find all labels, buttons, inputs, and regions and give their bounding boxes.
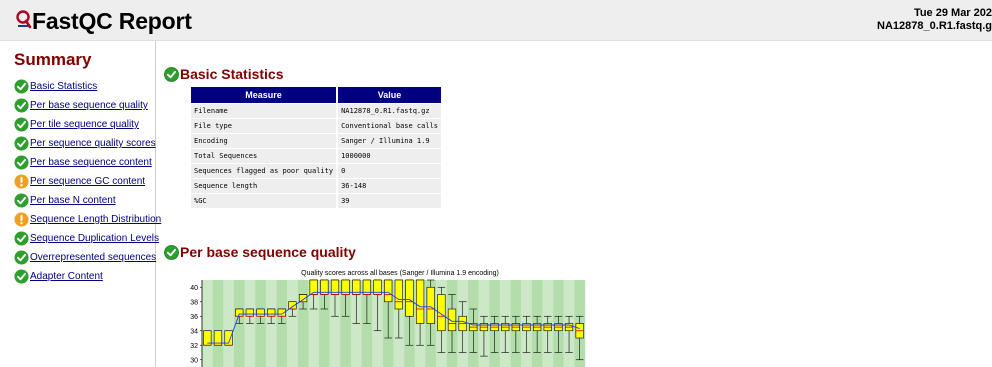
- section-title-per-base-quality: Per base sequence quality: [164, 244, 356, 260]
- summary-module-link[interactable]: Per base sequence content: [30, 157, 152, 168]
- background-stripe: [212, 280, 224, 367]
- summary-module-link[interactable]: Adapter Content: [30, 271, 103, 282]
- y-tick-label: 38: [190, 299, 198, 306]
- box: [267, 308, 276, 317]
- y-tick-label: 32: [190, 343, 198, 350]
- check-circle-icon: [14, 117, 29, 132]
- report-filename: NA12878_0.R1.fastq.g: [877, 20, 992, 32]
- background-stripe: [287, 280, 298, 367]
- summary-module-link[interactable]: Per base N content: [30, 195, 116, 206]
- summary-module-link[interactable]: Basic Statistics: [30, 81, 97, 92]
- check-circle-icon: [14, 79, 29, 94]
- cell-measure: File type: [191, 118, 338, 134]
- cell-value: 39: [336, 193, 442, 208]
- background-stripe: [223, 280, 235, 367]
- chart-title: Quality scores across all bases (Sanger …: [301, 270, 499, 277]
- report-date: Tue 29 Mar 202: [913, 7, 992, 19]
- cell-measure: %GC: [191, 193, 338, 208]
- table-row: File type Conventional base calls: [191, 118, 442, 134]
- summary-module-link[interactable]: Per sequence quality scores: [30, 138, 156, 149]
- basic-statistics-body: Filename NA12878_0.R1.fastq.gz File type Co…: [191, 103, 442, 208]
- cell-measure: Encoding: [191, 133, 338, 149]
- background-stripe: [202, 280, 213, 367]
- fastqc-logo-icon: [16, 10, 32, 29]
- summary-module-item: Basic Statistics: [14, 77, 161, 96]
- summary-module-item: Per base sequence content: [14, 153, 161, 172]
- check-circle-icon: [14, 250, 29, 265]
- cell-value: 36-148: [336, 178, 442, 194]
- summary-module-item: Per sequence quality scores: [14, 134, 161, 153]
- box: [394, 279, 403, 310]
- table-header-row: Measure Value: [191, 87, 442, 104]
- check-circle-icon: [14, 269, 29, 284]
- summary-module-item: Per tile sequence quality: [14, 115, 161, 134]
- cell-value: Conventional base calls: [336, 118, 442, 134]
- table-row: Sequence length 36-148: [191, 178, 442, 194]
- cell-measure: Total Sequences: [191, 148, 338, 164]
- summary-module-link[interactable]: Overrepresented sequences: [30, 252, 156, 263]
- table-row: Sequences flagged as poor quality 0: [191, 163, 442, 179]
- exclamation-circle-icon: [14, 212, 29, 227]
- app-title: FastQC Report: [32, 8, 192, 34]
- box: [245, 308, 255, 317]
- cell-measure: Filename: [191, 103, 338, 119]
- summary-module-item: Per sequence GC content: [14, 172, 161, 191]
- summary-module-item: Adapter Content: [14, 267, 161, 286]
- basic-statistics-table: Measure Value Filename NA12878_0.R1.fastq…: [191, 87, 442, 208]
- summary-title: Summary: [14, 50, 92, 69]
- background-stripe: [297, 280, 309, 367]
- summary-module-link[interactable]: Per base sequence quality: [30, 100, 148, 111]
- column-header-measure: Measure: [191, 87, 338, 104]
- summary-module-item: Per base sequence quality: [14, 96, 161, 115]
- header-meta: Tue 29 Mar 202 NA12878_0.R1.fastq.g: [877, 7, 992, 33]
- summary-module-link[interactable]: Per sequence GC content: [30, 176, 145, 187]
- summary-sidebar: Summary Basic Statistics Per base sequenc…: [0, 41, 161, 367]
- module-list: Basic Statistics Per base sequence qualit…: [14, 77, 161, 286]
- cell-measure: Sequence length: [191, 178, 338, 194]
- summary-module-item: Sequence Length Distribution: [14, 210, 161, 229]
- check-circle-icon: [14, 136, 29, 151]
- check-circle-icon: [14, 231, 29, 246]
- check-circle-icon: [164, 244, 179, 260]
- cell-value: Sanger / Illumina 1.9: [336, 133, 442, 149]
- section-title-text: Basic Statistics: [180, 66, 284, 82]
- report-header: FastQC Report Tue 29 Mar 202 NA12878_0.R…: [0, 0, 992, 41]
- check-circle-icon: [14, 155, 29, 170]
- summary-module-link[interactable]: Sequence Length Distribution: [30, 214, 161, 225]
- check-circle-icon: [14, 193, 29, 208]
- table-row: %GC 39: [191, 193, 442, 208]
- box: [384, 279, 393, 303]
- summary-module-item: Overrepresented sequences: [14, 248, 161, 267]
- section-title-text: Per base sequence quality: [180, 244, 356, 260]
- cell-value: NA12878_0.R1.fastq.gz: [336, 103, 442, 119]
- per-base-quality-chart: Quality scores across all bases (Sanger …: [190, 270, 586, 367]
- check-circle-icon: [164, 66, 179, 82]
- y-tick-label: 34: [190, 328, 198, 335]
- y-tick-label: 40: [190, 285, 198, 292]
- section-title-basic-statistics: Basic Statistics: [164, 66, 284, 82]
- cell-measure: Sequences flagged as poor quality: [191, 163, 338, 179]
- table-row: Encoding Sanger / Illumina 1.9: [191, 133, 442, 149]
- summary-module-link[interactable]: Per tile sequence quality: [30, 119, 139, 130]
- exclamation-circle-icon: [14, 174, 29, 189]
- cell-value: 1000000: [336, 148, 442, 164]
- cell-value: 0: [336, 163, 442, 179]
- table-row: Filename NA12878_0.R1.fastq.gz: [191, 103, 442, 119]
- check-circle-icon: [14, 98, 29, 113]
- box: [405, 279, 414, 317]
- summary-module-item: Sequence Duplication Levels: [14, 229, 161, 248]
- box: [415, 279, 425, 324]
- box: [256, 308, 265, 317]
- table-row: Total Sequences 1000000: [191, 148, 442, 164]
- summary-module-item: Per base N content: [14, 191, 161, 210]
- summary-module-link[interactable]: Sequence Duplication Levels: [30, 233, 159, 244]
- y-tick-label: 30: [190, 357, 198, 364]
- column-header-value: Value: [336, 87, 442, 104]
- box: [426, 286, 435, 324]
- y-tick-label: 36: [190, 314, 198, 321]
